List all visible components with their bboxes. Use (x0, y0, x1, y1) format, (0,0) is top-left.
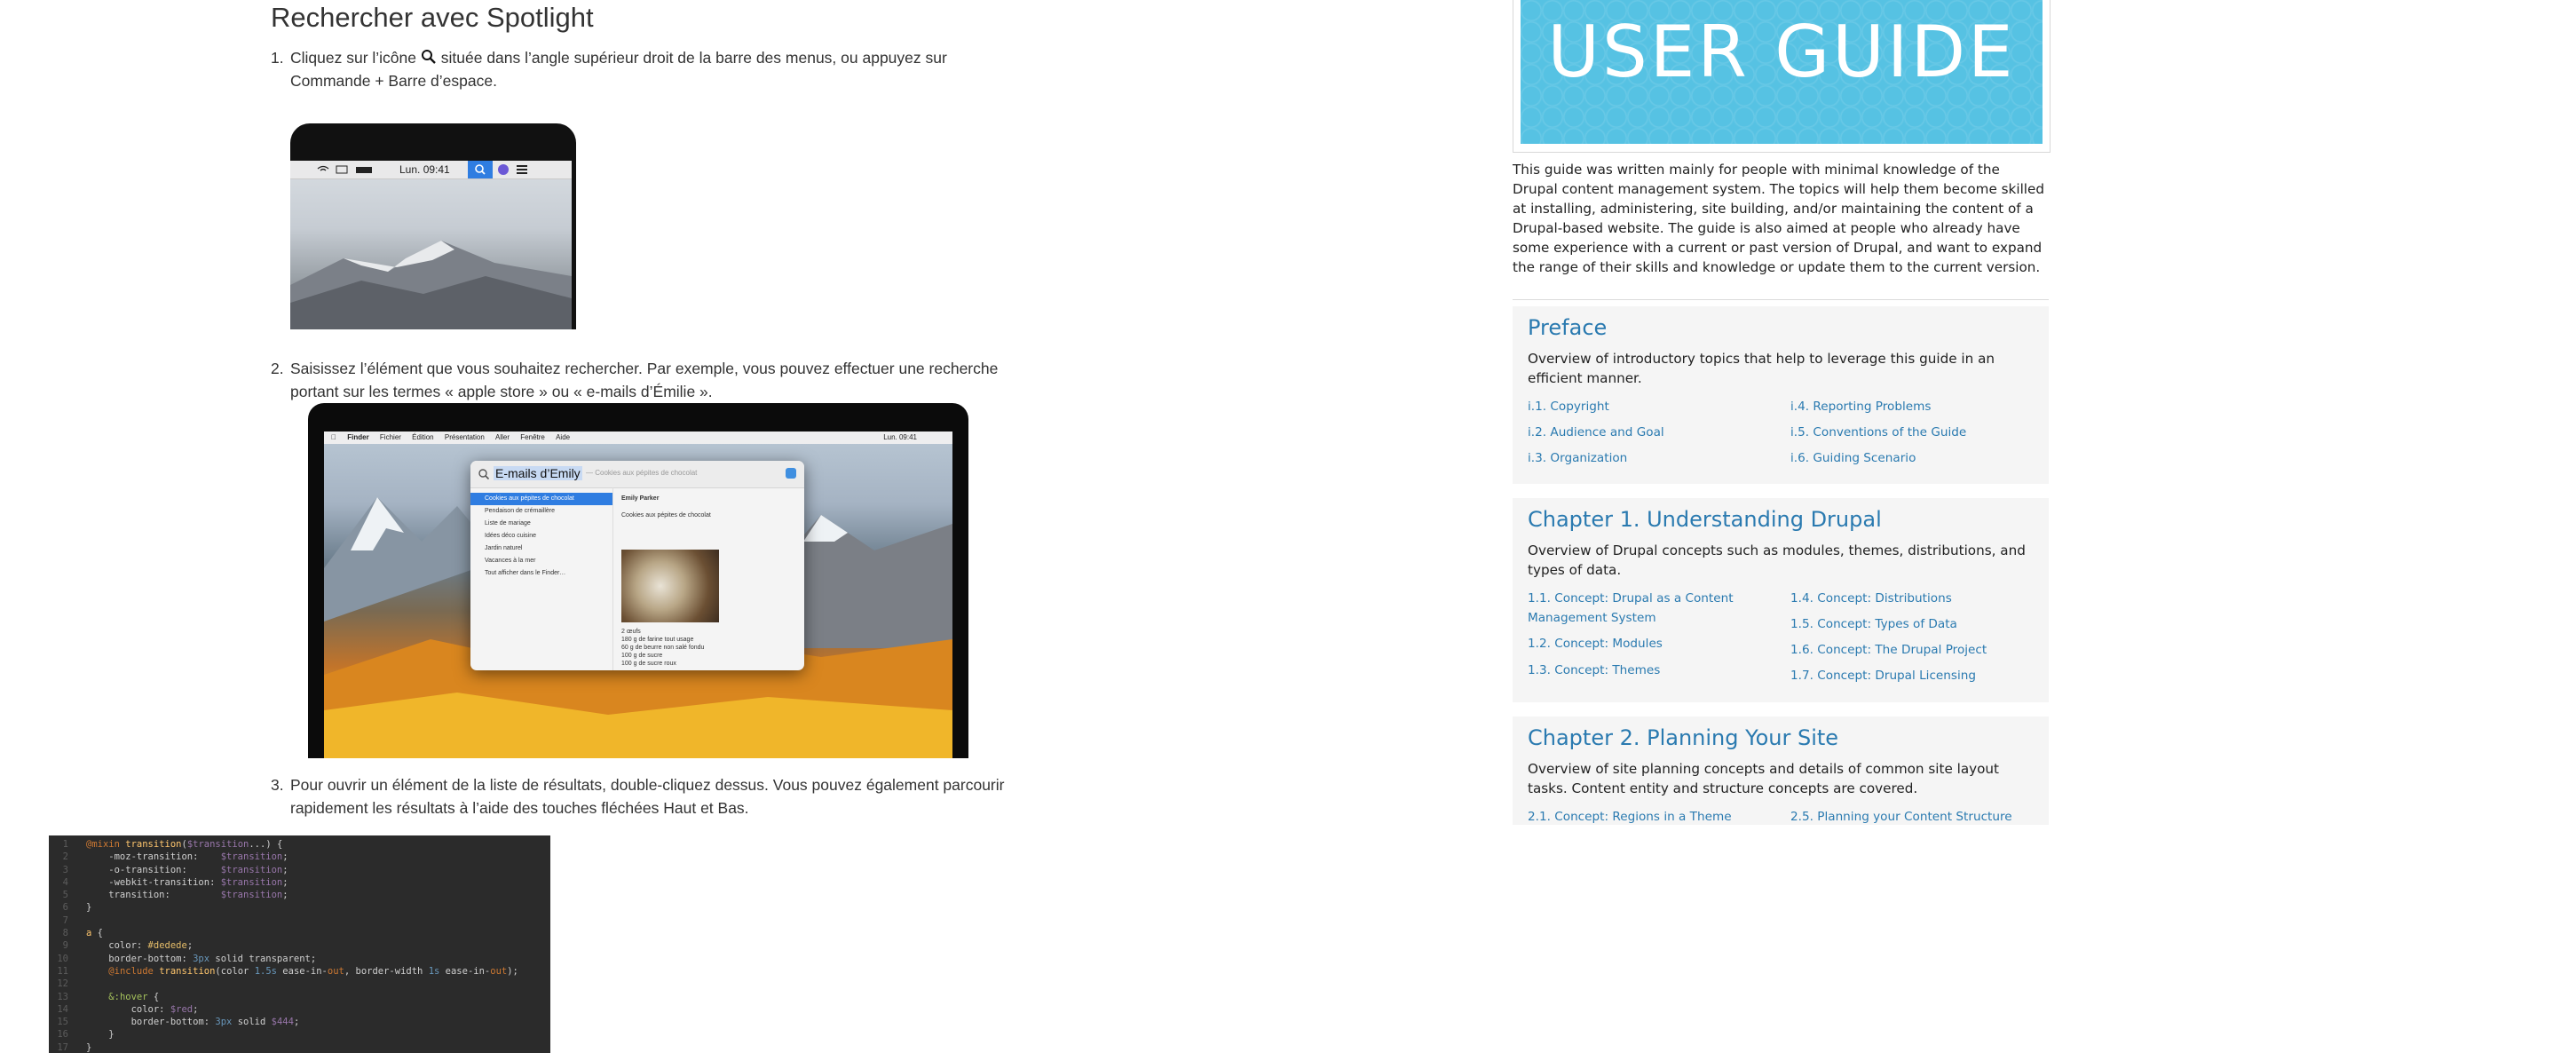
search-icon (478, 469, 490, 480)
line-numbers: 1 2 3 4 5 6 7 8 9 10 11 12 13 14 15 16 17 (57, 839, 68, 1053)
page-title: Rechercher avec Spotlight (271, 2, 594, 33)
code-block: 1 2 3 4 5 6 7 8 9 10 11 12 13 14 15 16 17 @mixin transit… (49, 835, 550, 1053)
menubar-clock: Lun. 09:41 (399, 163, 450, 176)
preview-subject: Cookies aux pépites de chocolat (621, 512, 711, 519)
section-chapter-2: Chapter 2. Planning Your Site Overview o… (1513, 717, 2049, 825)
cookie-photo (621, 550, 719, 622)
spotlight-query[interactable]: E-mails d’Emily (494, 466, 582, 480)
result-item[interactable]: Vacances à la mer (470, 555, 612, 567)
mac-menubar:  Finder Fichier Édition Présentation Al… (324, 431, 952, 444)
result-item[interactable]: Jardin naturel (470, 542, 612, 555)
user-guide-banner: USER GUIDE (1521, 0, 2043, 144)
spotlight-search-screenshot:  Finder Fichier Édition Présentation Al… (308, 403, 968, 758)
preview-from: Emily Parker (621, 495, 660, 502)
divider (1513, 299, 2049, 300)
spotlight-query-hint: — Cookies aux pépites de chocolat (586, 469, 698, 477)
toc-link[interactable]: i.6. Guiding Scenario (1790, 448, 1916, 468)
toc-link[interactable]: 1.2. Concept: Modules (1528, 634, 1663, 653)
section-preface: Preface Overview of introductory topics … (1513, 306, 2049, 484)
mac-menubar: Lun. 09:41 (290, 161, 572, 179)
section-chapter-1: Chapter 1. Understanding Drupal Overview… (1513, 498, 2049, 702)
status-icons (317, 165, 372, 174)
result-item[interactable]: Tout afficher dans le Finder… (470, 567, 612, 580)
result-item[interactable]: Idées déco cuisine (470, 530, 612, 542)
recipe-text: 2 œufs 180 g de farine tout usage 60 g d… (621, 629, 705, 667)
toc-link[interactable]: 2.1. Concept: Regions in a Theme (1528, 807, 1732, 825)
preview-pane: Emily Parker Cookies aux pépites de choc… (621, 495, 799, 519)
magnifier-icon (421, 50, 436, 64)
mountain-image (290, 241, 572, 329)
toc-link[interactable]: 2.5. Planning your Content Structure (1790, 807, 2012, 825)
section-title[interactable]: Chapter 2. Planning Your Site (1528, 725, 1838, 750)
banner-title: USER GUIDE (1547, 11, 2016, 93)
section-title[interactable]: Preface (1528, 315, 1607, 340)
menubar-screenshot: Lun. 09:41 (290, 123, 576, 329)
section-description: Overview of site planning concepts and d… (1528, 761, 1999, 796)
toc-link[interactable]: 1.4. Concept: Distributions (1790, 589, 1952, 608)
toc-link[interactable]: 1.6. Concept: The Drupal Project (1790, 640, 1987, 660)
result-item[interactable]: Cookies aux pépites de chocolat (470, 493, 612, 505)
guide-intro: This guide was written mainly for people… (1513, 162, 2044, 275)
toc-link[interactable]: i.2. Audience and Goal (1528, 423, 1664, 442)
toc-link[interactable]: 1.5. Concept: Types of Data (1790, 614, 1957, 634)
section-description: Overview of introductory topics that hel… (1528, 351, 1995, 386)
section-title[interactable]: Chapter 1. Understanding Drupal (1528, 507, 1882, 532)
result-item[interactable]: Pendaison de crémaillère (470, 505, 612, 518)
toc-link[interactable]: 1.7. Concept: Drupal Licensing (1790, 666, 1976, 685)
spotlight-results: Cookies aux pépites de chocolat Pendaiso… (470, 487, 613, 670)
toc-link[interactable]: 1.1. Concept: Drupal as a Content Manage… (1528, 589, 1767, 628)
toc-link[interactable]: i.3. Organization (1528, 448, 1627, 468)
toc-link[interactable]: i.4. Reporting Problems (1790, 397, 1931, 416)
spotlight-icon[interactable] (468, 161, 493, 178)
result-item[interactable]: Liste de mariage (470, 518, 612, 530)
toc-link[interactable]: i.1. Copyright (1528, 397, 1609, 416)
scss-code: @mixin transition($transition...) { -moz… (86, 839, 518, 1053)
spotlight-window: E-mails d’Emily — Cookies aux pépites de… (470, 461, 804, 670)
siri-icon (498, 164, 527, 175)
mail-app-icon (786, 468, 796, 479)
section-description: Overview of Drupal concepts such as modu… (1528, 542, 2026, 578)
toc-link[interactable]: i.5. Conventions of the Guide (1790, 423, 1966, 442)
toc-link[interactable]: 1.3. Concept: Themes (1528, 661, 1660, 680)
